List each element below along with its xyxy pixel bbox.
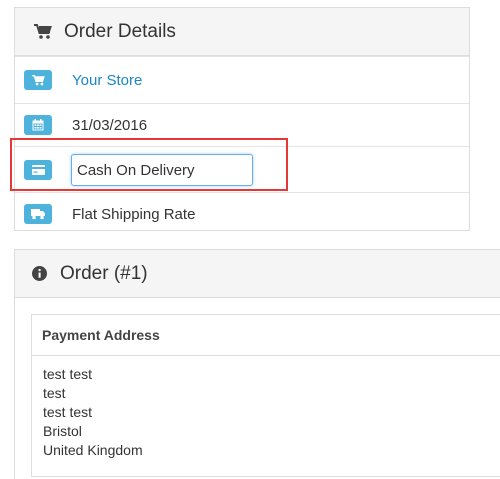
order-details-panel: Order Details Your Store 31/03/2016 Cash… bbox=[14, 7, 470, 231]
address-line: United Kingdom bbox=[43, 442, 143, 458]
order-date: 31/03/2016 bbox=[72, 116, 148, 134]
store-row: Your Store bbox=[15, 56, 469, 103]
address-line: test test bbox=[43, 366, 93, 382]
shipping-method: Flat Shipping Rate bbox=[72, 205, 196, 223]
date-row: 31/03/2016 bbox=[15, 103, 469, 146]
date-badge[interactable] bbox=[24, 115, 52, 135]
info-circle-icon bbox=[32, 266, 47, 281]
payment-method-value: Cash On Delivery bbox=[77, 161, 195, 179]
order-details-title: Order Details bbox=[64, 20, 176, 42]
payment-badge[interactable] bbox=[24, 159, 52, 180]
payment-row: Cash On Delivery bbox=[15, 146, 469, 192]
shipping-row: Flat Shipping Rate bbox=[15, 192, 469, 235]
shopping-cart-icon bbox=[34, 23, 52, 40]
calendar-icon bbox=[32, 119, 44, 131]
shopping-cart-icon bbox=[31, 74, 45, 86]
payment-method-field[interactable]: Cash On Delivery bbox=[71, 154, 253, 186]
address-line: test bbox=[43, 385, 66, 401]
shipping-badge[interactable] bbox=[24, 204, 52, 224]
payment-address-body: test test test test test Bristol United … bbox=[32, 356, 500, 460]
truck-icon bbox=[31, 208, 45, 220]
payment-address-table: Payment Address test test test test test… bbox=[31, 314, 500, 477]
order-heading: Order (#1) bbox=[15, 250, 500, 298]
store-badge[interactable] bbox=[24, 70, 52, 90]
credit-card-icon bbox=[31, 164, 45, 175]
order-title: Order (#1) bbox=[60, 262, 148, 284]
payment-address-header: Payment Address bbox=[32, 315, 500, 356]
address-line: Bristol bbox=[43, 423, 82, 439]
order-details-heading: Order Details bbox=[15, 8, 469, 56]
address-line: test test bbox=[43, 404, 93, 420]
store-link[interactable]: Your Store bbox=[72, 72, 142, 89]
